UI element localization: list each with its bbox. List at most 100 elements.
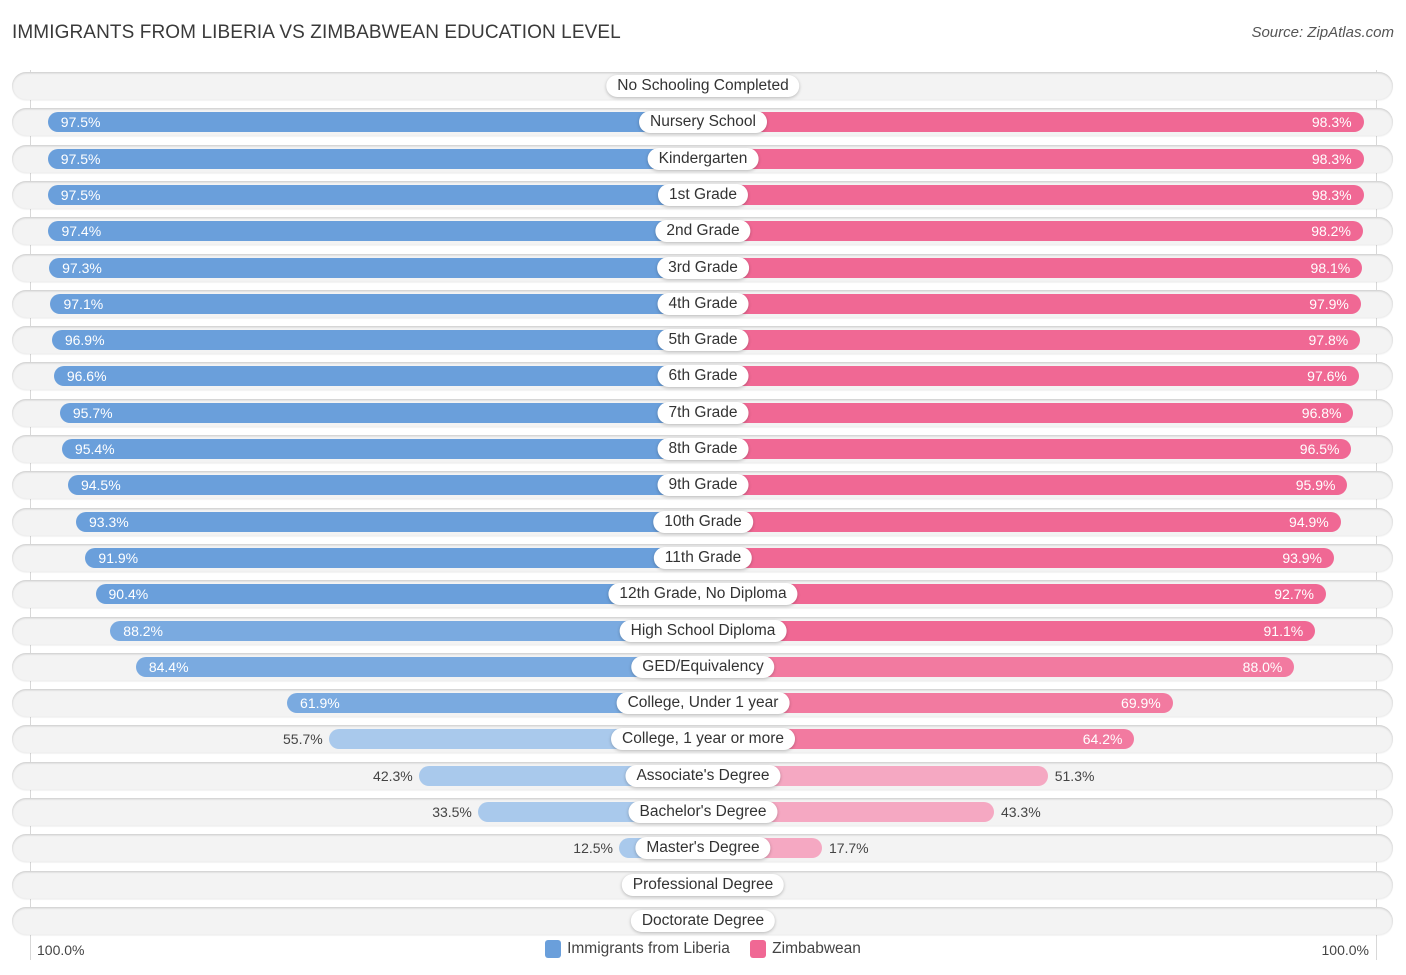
category-label: 11th Grade	[653, 546, 753, 569]
legend-item-liberia[interactable]: Immigrants from Liberia	[545, 940, 730, 958]
value-label-right: 98.3%	[1311, 114, 1352, 131]
bar-right[interactable]	[703, 366, 1359, 387]
value-label-right: 88.0%	[1242, 658, 1283, 675]
value-label-left: 90.4%	[108, 586, 149, 603]
value-label-left: 94.5%	[80, 477, 121, 494]
value-label-right: 64.2%	[1082, 731, 1123, 748]
category-label: 2nd Grade	[655, 220, 751, 243]
category-label: Nursery School	[639, 111, 767, 134]
value-label-left: 97.3%	[62, 259, 102, 276]
value-label-right: 43.3%	[1000, 804, 1041, 820]
value-label-left: 96.6%	[66, 368, 107, 385]
category-label: Bachelor's Degree	[628, 801, 778, 823]
value-label-right: 94.9%	[1289, 513, 1329, 530]
value-label-left: 42.3%	[373, 767, 413, 784]
bar-right[interactable]	[703, 475, 1348, 496]
category-label: 6th Grade	[657, 365, 749, 388]
value-label-right: 51.3%	[1054, 767, 1095, 784]
category-label: Doctorate Degree	[630, 909, 776, 932]
value-label-right: 97.9%	[1309, 295, 1349, 312]
category-label: Professional Degree	[621, 873, 785, 896]
value-label-right: 17.7%	[828, 840, 869, 857]
value-label-left: 93.3%	[89, 513, 129, 530]
category-label: Master's Degree	[635, 837, 771, 860]
value-label-left: 97.5%	[60, 186, 101, 203]
category-label: 1st Grade	[657, 183, 749, 206]
bar-right[interactable]	[703, 402, 1354, 423]
value-label-left: 95.4%	[74, 441, 115, 457]
value-label-left: 97.5%	[60, 150, 101, 167]
value-label-left: 88.2%	[123, 622, 163, 639]
value-label-right: 97.6%	[1307, 368, 1347, 385]
value-label-right: 98.2%	[1311, 223, 1351, 240]
bar-right[interactable]	[703, 257, 1363, 278]
bar-left[interactable]	[48, 221, 703, 242]
bar-right[interactable]	[703, 620, 1316, 641]
legend: Immigrants from Liberia Zimbabwean	[0, 940, 1406, 963]
bar-right[interactable]	[703, 439, 1352, 459]
value-label-left: 12.5%	[573, 840, 613, 857]
value-label-left: 96.9%	[64, 332, 105, 349]
bar-left[interactable]	[53, 366, 703, 387]
value-label-right: 98.1%	[1310, 259, 1351, 276]
value-label-right: 98.3%	[1311, 186, 1352, 203]
legend-label-zimbabwean: Zimbabwean	[772, 940, 861, 957]
chart-plot-area: 2.5%1.7%No Schooling Completed97.5%98.3%…	[0, 0, 1406, 975]
bar-right[interactable]	[703, 547, 1334, 568]
value-label-left: 55.7%	[283, 731, 323, 748]
category-label: 12th Grade, No Diploma	[608, 583, 798, 606]
bar-left[interactable]	[51, 330, 703, 351]
bar-left[interactable]	[47, 112, 703, 133]
category-label: GED/Equivalency	[631, 655, 775, 678]
value-label-left: 61.9%	[300, 695, 340, 712]
bar-right[interactable]	[703, 221, 1363, 242]
category-label: 3rd Grade	[657, 256, 749, 279]
bar-left[interactable]	[76, 511, 703, 532]
category-label: High School Diploma	[619, 619, 787, 642]
value-label-right: 93.9%	[1282, 549, 1323, 566]
bar-left[interactable]	[85, 547, 703, 568]
bar-left[interactable]	[59, 402, 703, 423]
value-label-right: 98.3%	[1311, 150, 1352, 167]
value-label-right: 96.8%	[1301, 404, 1342, 421]
bar-left[interactable]	[50, 293, 703, 314]
category-label: No Schooling Completed	[606, 75, 800, 97]
legend-item-zimbabwean[interactable]: Zimbabwean	[750, 940, 861, 958]
bar-left[interactable]	[47, 148, 703, 169]
value-label-left: 91.9%	[98, 549, 139, 566]
category-label: 9th Grade	[657, 474, 749, 497]
legend-swatch-zimbabwean	[750, 940, 767, 958]
value-label-right: 92.7%	[1274, 586, 1314, 603]
bar-left[interactable]	[61, 439, 703, 459]
bar-left[interactable]	[110, 620, 703, 641]
category-label: College, 1 year or more	[611, 728, 795, 751]
value-label-right: 69.9%	[1121, 695, 1161, 712]
bar-right[interactable]	[703, 184, 1364, 205]
category-label: 5th Grade	[657, 329, 749, 352]
value-label-left: 33.5%	[432, 804, 472, 820]
bar-right[interactable]	[703, 148, 1364, 169]
value-label-right: 91.1%	[1263, 622, 1304, 639]
category-label: College, Under 1 year	[616, 692, 790, 715]
value-label-left: 95.7%	[72, 404, 113, 421]
bar-right[interactable]	[703, 511, 1341, 532]
category-label: 4th Grade	[657, 292, 749, 315]
category-label: Kindergarten	[647, 147, 759, 170]
category-label: Associate's Degree	[625, 764, 781, 787]
category-label: 10th Grade	[653, 510, 753, 533]
value-label-right: 97.8%	[1308, 332, 1349, 349]
bar-left[interactable]	[47, 184, 703, 205]
bar-right[interactable]	[703, 330, 1361, 351]
bar-right[interactable]	[703, 112, 1364, 133]
bar-right[interactable]	[703, 293, 1361, 314]
bar-left[interactable]	[49, 257, 703, 278]
bar-left[interactable]	[135, 656, 703, 677]
value-label-right: 95.9%	[1295, 477, 1336, 494]
value-label-left: 97.5%	[60, 114, 101, 131]
bar-right[interactable]	[703, 656, 1295, 677]
bar-left[interactable]	[67, 475, 703, 496]
value-label-left: 97.4%	[61, 223, 102, 240]
value-label-left: 97.1%	[63, 295, 104, 312]
legend-label-liberia: Immigrants from Liberia	[567, 940, 730, 957]
value-label-left: 84.4%	[148, 658, 189, 675]
